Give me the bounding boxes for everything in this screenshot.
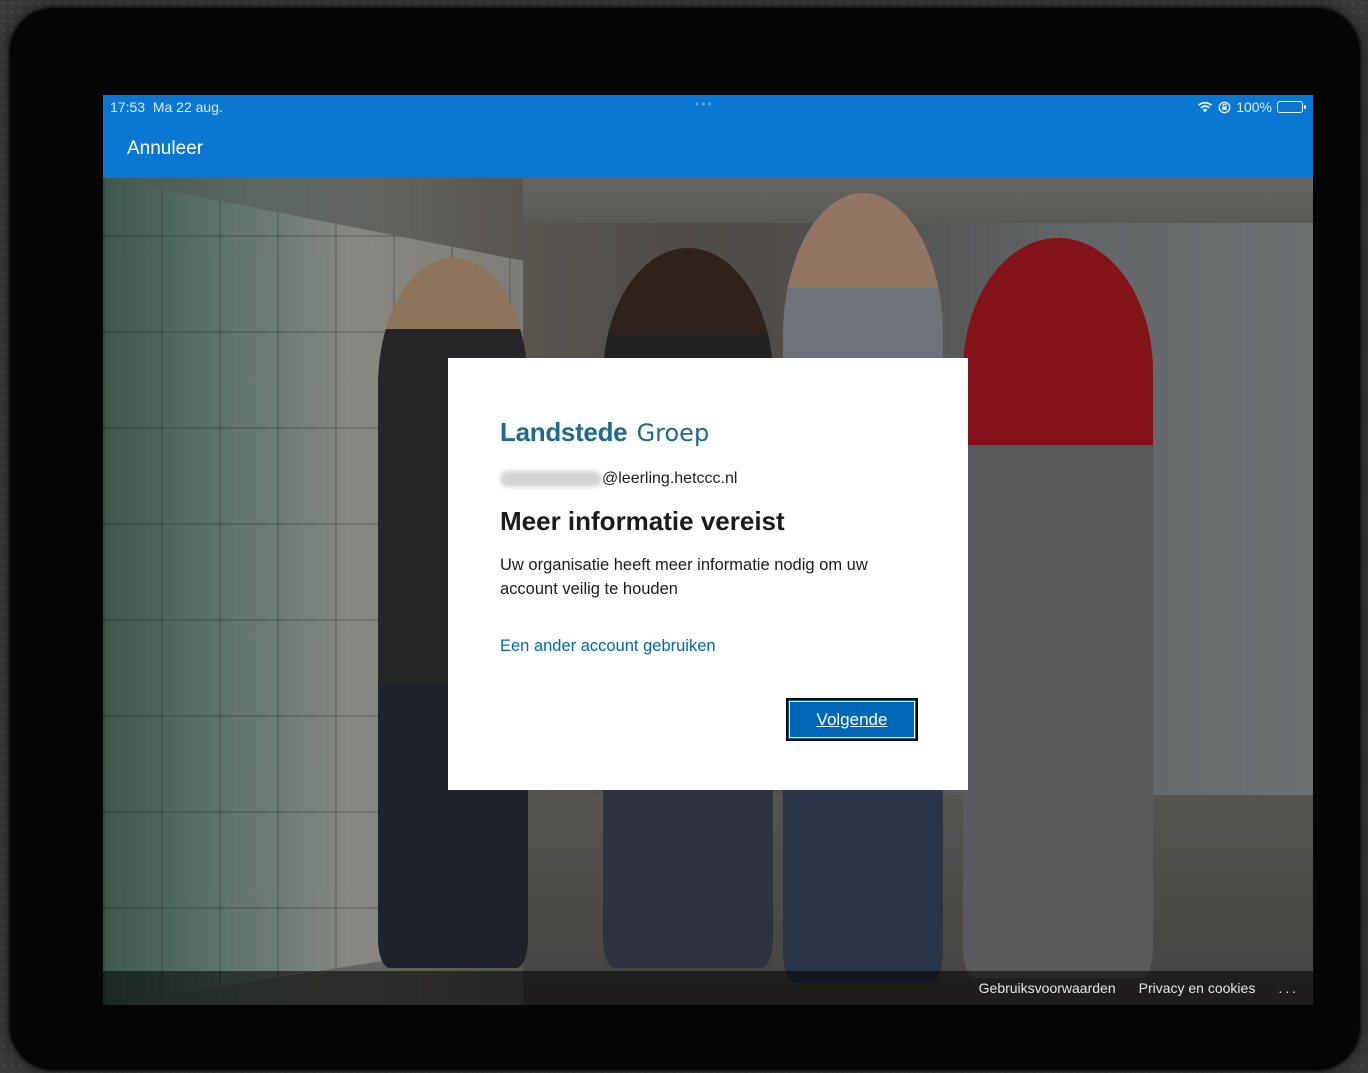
wifi-icon <box>1198 101 1213 113</box>
sign-in-dialog: Landstede Groep @leerling.hetccc.nl Meer… <box>448 358 968 790</box>
use-other-account-link[interactable]: Een ander account gebruiken <box>500 637 916 656</box>
battery-icon <box>1277 101 1306 113</box>
brand-name-bold: Landstede <box>500 417 628 447</box>
redacted-username <box>500 471 602 487</box>
dialog-title: Meer informatie vereist <box>500 506 785 536</box>
account-identifier: @leerling.hetccc.nl <box>500 470 916 488</box>
status-bar: 17:53 Ma 22 aug. ••• 100% <box>103 95 1313 121</box>
more-options-icon[interactable]: ... <box>1278 980 1299 996</box>
status-indicators: 100% <box>1197 99 1306 115</box>
multitask-dots-icon[interactable]: ••• <box>695 97 714 111</box>
next-button[interactable]: Volgende <box>786 698 918 741</box>
dialog-description: Uw organisatie heeft meer informatie nod… <box>500 556 868 598</box>
brand-name-light: Groep <box>636 419 710 447</box>
rotation-lock-icon <box>1218 101 1231 113</box>
tablet-frame: 17:53 Ma 22 aug. ••• 100% Annuleer Lands… <box>10 8 1360 1070</box>
privacy-link[interactable]: Privacy en cookies <box>1139 980 1256 996</box>
status-time: 17:53 Ma 22 aug. <box>110 99 223 115</box>
battery-percent: 100% <box>1236 99 1272 115</box>
screen: 17:53 Ma 22 aug. ••• 100% Annuleer Lands… <box>103 95 1313 1005</box>
footer-bar: Gebruiksvoorwaarden Privacy en cookies .… <box>103 971 1313 1005</box>
account-domain: @leerling.hetccc.nl <box>602 470 738 487</box>
brand-logo: Landstede Groep <box>500 417 916 448</box>
terms-link[interactable]: Gebruiksvoorwaarden <box>979 980 1116 996</box>
cancel-button[interactable]: Annuleer <box>127 138 203 160</box>
nav-bar: Annuleer <box>103 121 1313 178</box>
